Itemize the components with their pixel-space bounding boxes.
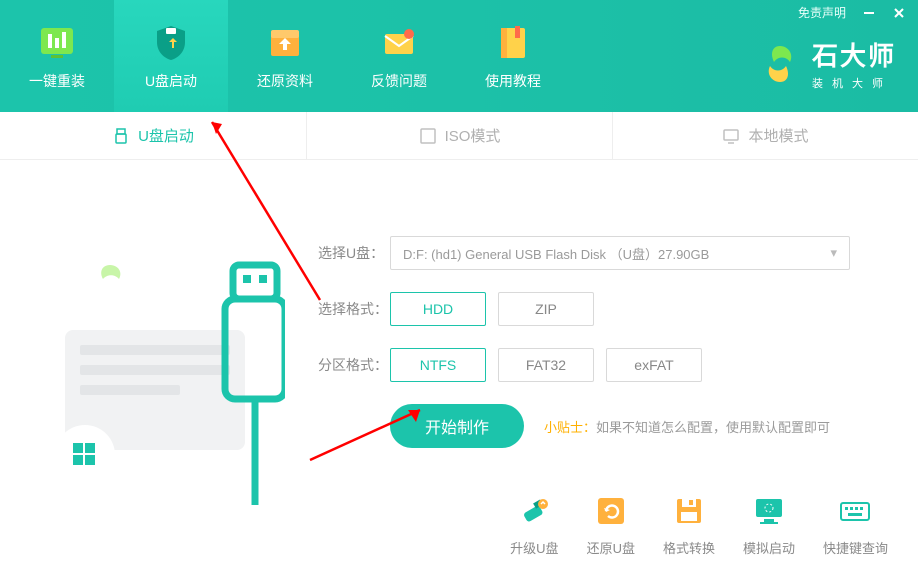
row-select-disk: 选择U盘： D:F: (hd1) General USB Flash Disk … [318,236,878,270]
select-disk-label: 选择U盘： [318,243,390,263]
subtab-iso[interactable]: ISO模式 [306,112,612,159]
floppy-icon [670,492,708,530]
tool-label: 快捷键查询 [823,538,888,557]
nav-label: 反馈问题 [371,71,427,91]
main-nav: 一键重装 U盘启动 还原资料 反馈问题 使用教程 [0,0,570,112]
iso-icon [419,127,437,145]
partition-opt-ntfs[interactable]: NTFS [390,348,486,382]
minimize-button[interactable] [862,6,876,20]
nav-feedback[interactable]: 反馈问题 [342,0,456,112]
mail-icon [378,21,420,63]
subtab-label: U盘启动 [138,125,194,146]
format-opt-hdd[interactable]: HDD [390,292,486,326]
chart-icon [36,21,78,63]
format-opt-zip[interactable]: ZIP [498,292,594,326]
footer-tools: 升级U盘 还原U盘 格式转换 模拟启动 快捷键查询 [510,492,888,557]
tool-label: 还原U盘 [587,538,635,557]
nav-reinstall[interactable]: 一键重装 [0,0,114,112]
start-button[interactable]: 开始制作 [390,404,524,448]
nav-restore[interactable]: 还原资料 [228,0,342,112]
partition-opt-fat32[interactable]: FAT32 [498,348,594,382]
tool-restore-usb[interactable]: 还原U盘 [587,492,635,557]
format-label: 选择格式： [318,299,390,319]
disk-select[interactable]: D:F: (hd1) General USB Flash Disk （U盘）27… [390,236,850,270]
usb-illustration [45,225,285,505]
tool-upgrade-usb[interactable]: 升级U盘 [510,492,558,557]
nav-label: U盘启动 [145,71,197,91]
form: 选择U盘： D:F: (hd1) General USB Flash Disk … [318,236,878,470]
tool-label: 模拟启动 [743,538,795,557]
partition-opt-exfat[interactable]: exFAT [606,348,702,382]
monitor-icon [722,127,740,145]
tool-shortcut-query[interactable]: 快捷键查询 [823,492,888,557]
keyboard-icon [836,492,874,530]
subtabs: U盘启动 ISO模式 本地模式 [0,112,918,160]
upload-box-icon [264,21,306,63]
restore-icon [592,492,630,530]
usb-upgrade-icon [515,492,553,530]
brand-title: 石大师 [812,36,896,73]
nav-tutorial[interactable]: 使用教程 [456,0,570,112]
subtab-label: 本地模式 [748,125,808,146]
brand-logo-icon [758,42,802,86]
tip-label: 小贴士： [544,420,596,435]
row-format: 选择格式： HDD ZIP [318,292,878,326]
subtab-label: ISO模式 [445,125,501,146]
nav-usb-boot[interactable]: U盘启动 [114,0,228,112]
disclaimer-link[interactable]: 免责声明 [798,4,846,21]
body: 选择U盘： D:F: (hd1) General USB Flash Disk … [0,160,918,579]
subtab-usb[interactable]: U盘启动 [0,112,306,159]
shield-usb-icon [150,21,192,63]
chevron-down-icon: ▾ [830,245,837,261]
row-partition: 分区格式： NTFS FAT32 exFAT [318,348,878,382]
subtab-local[interactable]: 本地模式 [612,112,918,159]
nav-label: 使用教程 [485,71,541,91]
partition-label: 分区格式： [318,355,390,375]
brand: 石大师 装机大师 [758,36,896,91]
header: 免责声明 一键重装 U盘启动 还原资料 [0,0,918,112]
tool-label: 升级U盘 [510,538,558,557]
tool-format-convert[interactable]: 格式转换 [663,492,715,557]
tool-label: 格式转换 [663,538,715,557]
tool-simulation[interactable]: 模拟启动 [743,492,795,557]
tip-text: 如果不知道怎么配置，使用默认配置即可 [596,420,830,435]
disk-select-value: D:F: (hd1) General USB Flash Disk （U盘）27… [403,244,709,263]
close-button[interactable] [892,6,906,20]
monitor-sim-icon [750,492,788,530]
brand-subtitle: 装机大师 [812,75,896,91]
nav-label: 还原资料 [257,71,313,91]
topbar: 免责声明 [798,4,906,21]
row-action: 开始制作 小贴士：如果不知道怎么配置，使用默认配置即可 [318,404,878,448]
book-icon [492,21,534,63]
usb-small-icon [112,127,130,145]
nav-label: 一键重装 [29,71,85,91]
tip: 小贴士：如果不知道怎么配置，使用默认配置即可 [544,417,830,436]
